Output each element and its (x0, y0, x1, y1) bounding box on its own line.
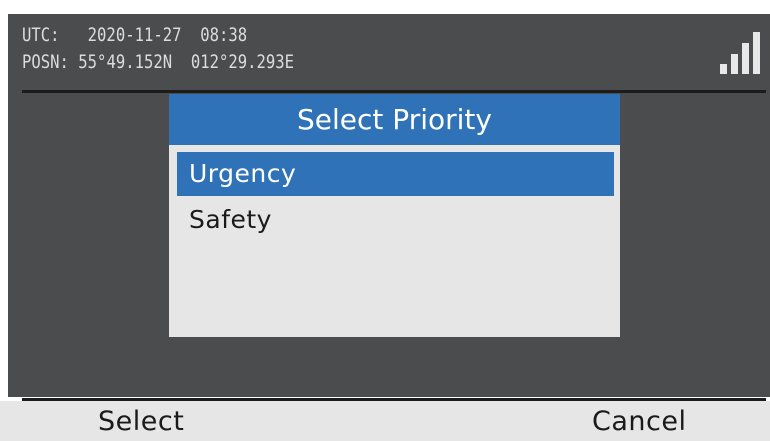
signal-bar-2 (731, 54, 738, 74)
signal-bar-4 (753, 32, 760, 74)
posn-value: 55°49.152N 012°29.293E (78, 51, 295, 73)
signal-bar-3 (742, 43, 749, 74)
dialog-title: Select Priority (169, 94, 620, 145)
utc-value: 2020-11-27 08:38 (87, 24, 248, 46)
select-softkey[interactable]: Select (98, 403, 184, 441)
signal-strength-icon (716, 22, 768, 74)
utc-label: UTC: (22, 24, 60, 46)
status-area: UTC: 2020-11-27 08:38 POSN: 55°49.152N 0… (22, 22, 294, 76)
select-priority-dialog: Select Priority Urgency Safety (169, 94, 620, 337)
option-urgency[interactable]: Urgency (177, 152, 614, 196)
posn-label: POSN: (22, 51, 69, 73)
signal-bar-1 (720, 64, 727, 74)
option-safety[interactable]: Safety (177, 198, 614, 242)
cancel-softkey[interactable]: Cancel (592, 403, 686, 441)
header-divider (22, 90, 766, 93)
position-row: POSN: 55°49.152N 012°29.293E (22, 49, 294, 76)
utc-row: UTC: 2020-11-27 08:38 (22, 22, 294, 49)
softkey-bar: Select Cancel (0, 401, 770, 441)
